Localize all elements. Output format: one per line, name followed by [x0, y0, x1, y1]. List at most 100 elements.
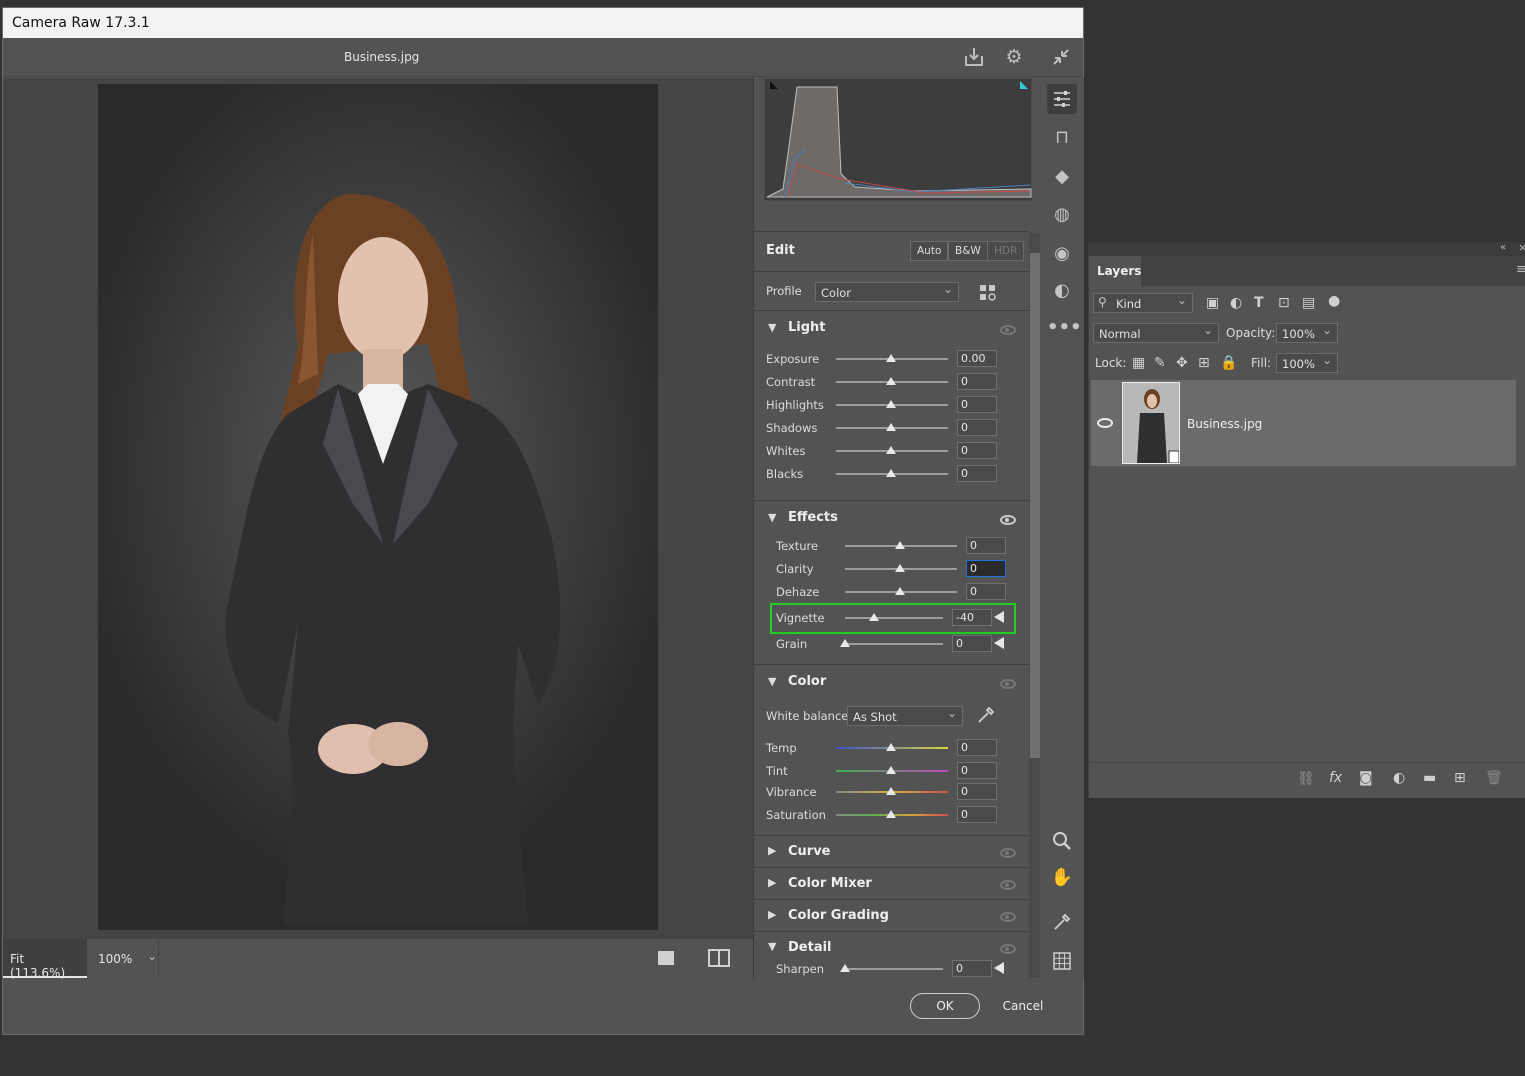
zoom-icon[interactable]	[1047, 826, 1077, 856]
slider-thumb[interactable]	[895, 541, 905, 549]
filter-toggle-icon[interactable]: ●	[1328, 293, 1340, 309]
slider-thumb[interactable]	[886, 423, 896, 431]
save-icon[interactable]	[963, 46, 985, 68]
fill-field[interactable]: 100%	[1276, 353, 1338, 373]
value-field[interactable]: 0	[952, 960, 992, 977]
expand-arrow-icon[interactable]	[994, 637, 1004, 649]
color-grading-section[interactable]: ▶ Color Grading	[754, 899, 1028, 931]
value-field[interactable]: 0.00	[957, 350, 997, 367]
color-sampler-icon[interactable]	[1047, 907, 1077, 937]
value-field[interactable]: 0	[957, 762, 997, 779]
visibility-eye-icon[interactable]	[1097, 418, 1113, 428]
chevron-down-icon[interactable]: ▼	[768, 940, 776, 953]
image-canvas[interactable]	[3, 78, 753, 938]
image-filter-icon[interactable]: ▣	[1206, 295, 1219, 311]
value-field[interactable]: -40	[952, 609, 992, 626]
lock-paint-icon[interactable]: ✎	[1154, 355, 1166, 371]
edit-sliders-icon[interactable]	[1047, 84, 1077, 114]
chevron-down-icon[interactable]: ▼	[768, 511, 776, 524]
profile-dropdown[interactable]: Color	[815, 282, 959, 302]
mask-icon[interactable]: ◙	[1359, 770, 1373, 786]
presets-icon[interactable]: ◐	[1047, 276, 1077, 306]
value-field[interactable]: 0	[957, 806, 997, 823]
profile-browser-icon[interactable]	[979, 284, 997, 302]
eye-icon[interactable]	[1000, 944, 1016, 954]
slider-thumb[interactable]	[886, 469, 896, 477]
slider-tint[interactable]: Tint 0	[754, 761, 1028, 781]
folder-icon[interactable]: ▬	[1423, 770, 1436, 786]
slider-dehaze[interactable]: Dehaze 0	[754, 582, 1028, 602]
slider-thumb[interactable]	[886, 400, 896, 408]
opacity-field[interactable]: 100%	[1276, 323, 1338, 343]
lock-position-icon[interactable]: ✥	[1176, 355, 1188, 371]
color-mixer-title[interactable]: Color Mixer	[788, 876, 872, 891]
white-balance-dropdown[interactable]: As Shot	[847, 706, 963, 726]
trash-icon[interactable]: 🗑	[1485, 770, 1503, 786]
value-field[interactable]: 0	[957, 783, 997, 800]
light-title[interactable]: Light	[788, 320, 826, 335]
lock-transparent-icon[interactable]: ▦	[1132, 355, 1145, 371]
tab-layers[interactable]: Layers	[1089, 256, 1141, 286]
value-field[interactable]: 0	[957, 739, 997, 756]
single-view-icon[interactable]	[658, 951, 674, 965]
grid-icon[interactable]	[1047, 946, 1077, 976]
value-field[interactable]: 0	[957, 465, 997, 482]
slider-thumb[interactable]	[840, 639, 850, 647]
before-after-icon[interactable]	[708, 949, 730, 967]
slider-thumb[interactable]	[886, 377, 896, 385]
slider-grain[interactable]: Grain 0	[754, 634, 1028, 654]
eye-icon[interactable]	[1000, 912, 1016, 922]
slider-thumb[interactable]	[886, 354, 896, 362]
scrollbar-thumb[interactable]	[1030, 253, 1040, 758]
value-field[interactable]: 0	[957, 419, 997, 436]
bw-button[interactable]: B&W	[948, 241, 988, 261]
eraser-icon[interactable]: ◆	[1047, 162, 1077, 192]
value-field[interactable]: 0	[952, 635, 992, 652]
detail-title[interactable]: Detail	[788, 940, 832, 955]
collapse-icon[interactable]	[1050, 46, 1072, 68]
panel-menu-icon[interactable]: ≡	[1516, 262, 1525, 277]
slider-thumb[interactable]	[886, 743, 896, 751]
value-field[interactable]: 0	[966, 583, 1006, 600]
chevron-right-icon[interactable]: ▶	[768, 908, 776, 921]
collapse-panel-icon[interactable]: «	[1500, 242, 1506, 253]
slider-contrast[interactable]: Contrast 0	[754, 372, 1028, 392]
zoom-100-button[interactable]: 100% ⌄	[89, 939, 159, 978]
hand-icon[interactable]: ✋	[1047, 863, 1077, 893]
chevron-right-icon[interactable]: ▶	[768, 876, 776, 889]
value-field[interactable]: 0	[957, 396, 997, 413]
slider-whites[interactable]: Whites 0	[754, 441, 1028, 461]
type-filter-icon[interactable]: T	[1254, 295, 1264, 311]
eye-icon[interactable]	[1000, 515, 1016, 525]
crop-icon[interactable]: ⊓	[1047, 123, 1077, 153]
masking-icon[interactable]: ◍	[1047, 200, 1077, 230]
auto-button[interactable]: Auto	[910, 241, 949, 261]
lock-artboard-icon[interactable]: ⊞	[1198, 355, 1210, 371]
adjustment-filter-icon[interactable]: ◐	[1230, 295, 1242, 311]
value-field-active[interactable]: 0	[966, 560, 1006, 577]
fit-zoom-button[interactable]: Fit (113.6%)	[3, 939, 87, 980]
chevron-down-icon[interactable]: ▼	[768, 321, 776, 334]
adjustment-layer-icon[interactable]: ◐	[1393, 770, 1405, 786]
slider-thumb[interactable]	[886, 810, 896, 818]
slider-thumb[interactable]	[886, 446, 896, 454]
slider-texture[interactable]: Texture 0	[754, 536, 1028, 556]
eye-icon[interactable]	[1000, 679, 1016, 689]
color-grading-title[interactable]: Color Grading	[788, 908, 889, 923]
slider-exposure[interactable]: Exposure 0.00	[754, 349, 1028, 369]
chevron-down-icon[interactable]: ⌄	[147, 949, 157, 963]
expand-arrow-icon[interactable]	[994, 962, 1004, 974]
slider-thumb[interactable]	[840, 964, 850, 972]
ok-button[interactable]: OK	[910, 993, 980, 1019]
red-eye-icon[interactable]: ◉	[1047, 239, 1077, 269]
slider-vibrance[interactable]: Vibrance 0	[754, 782, 1028, 802]
slider-saturation[interactable]: Saturation 0	[754, 805, 1028, 825]
shape-filter-icon[interactable]: ⊡	[1278, 295, 1290, 311]
eyedropper-icon[interactable]	[976, 705, 996, 725]
expand-arrow-icon[interactable]	[994, 611, 1004, 623]
more-icon[interactable]: •••	[1047, 313, 1082, 343]
link-icon[interactable]: ⛓	[1297, 771, 1315, 787]
slider-shadows[interactable]: Shadows 0	[754, 418, 1028, 438]
eye-icon[interactable]	[1000, 848, 1016, 858]
fx-icon[interactable]: fx	[1329, 770, 1342, 786]
